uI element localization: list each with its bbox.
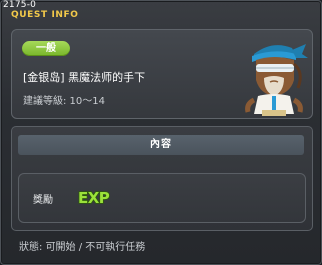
content-section-header: 內容 xyxy=(18,135,304,155)
recommended-level: 建議等級: 10～14 xyxy=(23,96,105,107)
exp-icon: EXP xyxy=(77,188,111,208)
npc-portrait xyxy=(245,44,308,116)
quest-type-badge: 一般 xyxy=(22,41,70,56)
quest-name: [金银岛] 黑魔法师的手下 xyxy=(23,71,146,84)
exp-icon-text: EXP xyxy=(78,189,110,207)
reward-label: 獎勵 xyxy=(33,195,53,206)
quest-details-panel: 內容 獎勵 EXP xyxy=(11,126,313,231)
quest-id: 2175-0 xyxy=(3,0,37,10)
quest-status: 狀態: 可開始 / 不可執行任務 xyxy=(19,242,146,253)
quest-summary-panel: 一般 [金银岛] 黑魔法师的手下 建議等級: 10～14 xyxy=(11,29,313,119)
reward-box: 獎勵 EXP xyxy=(18,173,306,223)
window-title: QUEST INFO xyxy=(11,10,79,20)
quest-info-window: 2175-0 QUEST INFO 一般 [金银岛] 黑魔法师的手下 建議等級:… xyxy=(0,0,322,265)
